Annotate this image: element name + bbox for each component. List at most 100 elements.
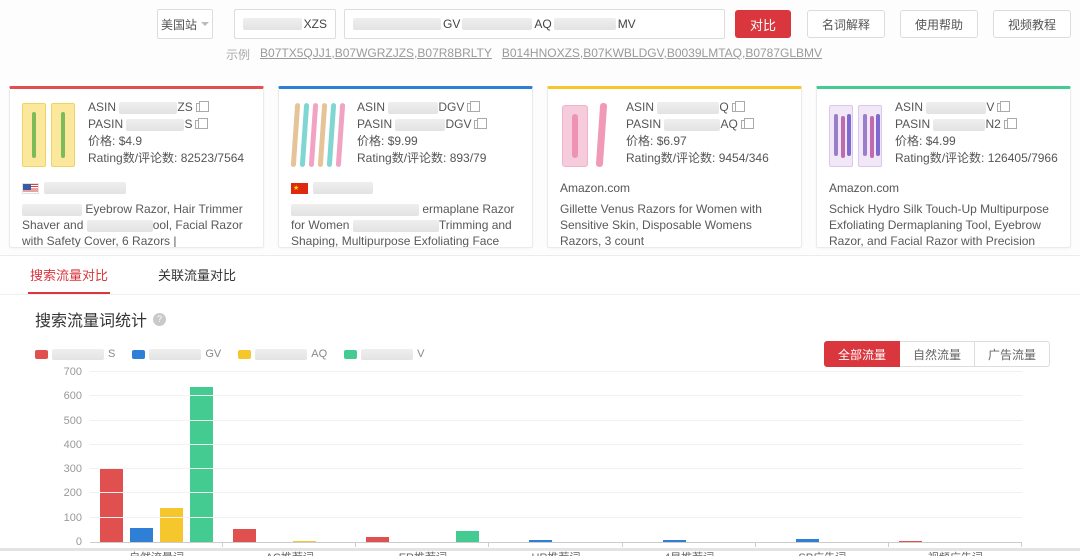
compare-button[interactable]: 对比 [735, 10, 791, 38]
pasin-label: PASIN [895, 117, 931, 131]
copy-icon[interactable] [997, 101, 1011, 112]
copy-icon[interactable] [195, 101, 209, 112]
legend-swatch [344, 349, 358, 359]
pasin-label: PASIN [626, 117, 662, 131]
bar [898, 541, 922, 542]
product-image [22, 99, 78, 173]
bar [662, 540, 686, 542]
gridline [90, 371, 1022, 372]
rating-value: 126405/7966 [987, 151, 1058, 165]
pasin-suffix: S [184, 117, 193, 131]
chevron-down-icon [201, 22, 209, 26]
site-select-dropdown[interactable]: 美国站 [157, 9, 213, 39]
rating-row: Rating数/评论数: 126405/7966 [895, 150, 1058, 167]
asin-input-1[interactable]: XZS [234, 9, 336, 39]
price-label: 价格: [88, 134, 116, 148]
legend-item[interactable]: S [35, 348, 115, 360]
price-row: 价格: $4.9 [88, 133, 244, 150]
asin-fragment: GV [443, 17, 461, 31]
bar [160, 508, 184, 542]
example-label: 示例 [226, 48, 251, 62]
rating-value: 893/79 [449, 151, 487, 165]
bar-slot [366, 537, 390, 542]
horizontal-scrollbar[interactable] [0, 548, 1080, 551]
tab-related-traffic-compare[interactable]: 关联流量对比 [156, 256, 238, 294]
glossary-button[interactable]: 名词解释 [807, 10, 886, 38]
y-axis-tick-label: 700 [63, 366, 82, 378]
legend-item[interactable]: AQ [238, 348, 327, 360]
bar-slot [100, 468, 124, 542]
example-asin-set-1[interactable]: B07TX5QJJ1,B07WGRZJZS,B07R8BRLTY [260, 46, 492, 63]
bar-chart: 0100200300400500600700 自然流量词AC推荐词ER推荐词HR… [35, 366, 1050, 556]
asin-fragment: MV [617, 17, 636, 31]
tab-bar: 搜索流量对比 关联流量对比 [0, 255, 1080, 295]
pasin-suffix: AQ [720, 117, 738, 131]
example-asin-set-2[interactable]: B014HNOXZS,B07KWBLDGV,B0039LMTAQ,B0787GL… [502, 46, 822, 63]
price-row: 价格: $4.99 [895, 133, 1058, 150]
copy-icon[interactable] [1003, 118, 1017, 129]
legend-asin-suffix: AQ [311, 348, 328, 360]
tab-search-traffic-compare[interactable]: 搜索流量对比 [28, 256, 111, 294]
price-label: 价格: [626, 134, 654, 148]
legend-item[interactable]: V [344, 348, 425, 360]
help-button-group: 名词解释 使用帮助 视频教程 [807, 10, 1072, 38]
pasin-row: PASIN S [88, 116, 244, 133]
bar-slot [293, 541, 317, 542]
chart-section: 搜索流量词统计 ? S GV AQ V 全部流量 自然流量 广告流量 0 100 200 3… [0, 295, 1080, 556]
asin-input-2[interactable]: GV AQ MV [344, 9, 725, 39]
product-title: Eyebrow Razor, Hair Trimmer Shaver and o… [22, 202, 243, 248]
bar-slot [160, 508, 184, 542]
product-title: ermaplane Razor for Women Trimming and S… [291, 202, 515, 248]
bar-slot [190, 387, 214, 542]
y-axis-tick-label: 200 [63, 487, 82, 500]
video-tutorial-button[interactable]: 视频教程 [993, 10, 1072, 38]
pasin-label: PASIN [88, 117, 124, 131]
asin-row: ASIN Q [626, 99, 769, 116]
rating-row: Rating数/评论数: 9454/346 [626, 150, 769, 167]
chart-legend: S GV AQ V [35, 348, 824, 360]
gridline [90, 419, 1022, 421]
legend-item[interactable]: GV [132, 348, 221, 360]
filter-organic-traffic[interactable]: 自然流量 [899, 341, 975, 367]
filter-all-traffic[interactable]: 全部流量 [823, 341, 900, 367]
bar-slot [898, 541, 922, 542]
copy-icon[interactable] [731, 101, 745, 112]
seller-row: Amazon.com [560, 181, 789, 195]
bar-slot [233, 529, 257, 542]
us-flag-icon [22, 182, 39, 194]
copy-icon[interactable] [740, 118, 754, 129]
blurred-seller-name [44, 182, 126, 194]
product-title: Gillette Venus Razors for Women with Sen… [560, 202, 762, 248]
price-value: $6.97 [656, 134, 687, 148]
legend-swatch [35, 349, 48, 359]
price-value: $4.9 [118, 134, 143, 148]
pasin-row: PASIN AQ [626, 116, 769, 133]
blurred-asin-text [149, 348, 202, 360]
pasin-row: PASIN DGV [357, 116, 488, 133]
pasin-row: PASIN N2 [895, 116, 1058, 133]
seller-name: Amazon.com [829, 181, 900, 195]
copy-icon[interactable] [195, 118, 209, 129]
price-label: 价格: [357, 134, 385, 148]
price-label: 价格: [895, 134, 923, 148]
cn-flag-icon: ★ [291, 182, 308, 194]
copy-icon[interactable] [474, 118, 488, 129]
blurred-asin-text [553, 18, 616, 30]
rating-row: Rating数/评论数: 82523/7564 [88, 150, 244, 167]
y-axis-tick-label: 100 [63, 511, 82, 524]
product-card-row: ASIN ZS PASIN S 价格: $4.9 Rating数/评论数: 82… [0, 86, 1080, 248]
asin-label: ASIN [895, 100, 924, 114]
bar [130, 528, 154, 542]
y-axis-tick-label: 300 [63, 463, 82, 476]
bar [293, 541, 317, 542]
info-icon[interactable]: ? [153, 312, 167, 326]
copy-icon[interactable] [467, 101, 481, 112]
bar [190, 387, 214, 542]
filter-ad-traffic[interactable]: 广告流量 [974, 341, 1050, 367]
usage-help-button[interactable]: 使用帮助 [900, 10, 979, 38]
blurred-asin-text [255, 348, 308, 360]
blurred-asin-text [52, 348, 104, 360]
example-row: 示例 B07TX5QJJ1,B07WGRZJZS,B07R8BRLTY B014… [226, 46, 1080, 63]
rating-value: 82523/7564 [180, 151, 245, 165]
gridline [90, 492, 1022, 494]
